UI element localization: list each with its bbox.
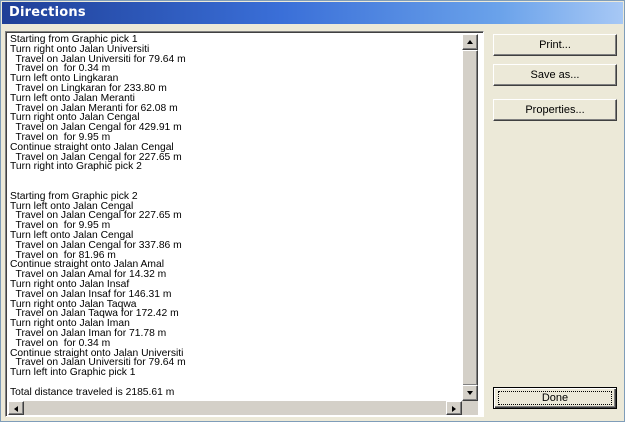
done-button[interactable]: Done xyxy=(493,387,617,409)
direction-line: Turn left into Graphic pick 1 xyxy=(10,367,136,379)
direction-line: Total distance traveled is 2185.61 m xyxy=(10,386,175,398)
vertical-scroll-thumb[interactable] xyxy=(462,50,478,386)
horizontal-scrollbar[interactable] xyxy=(8,401,462,415)
scroll-right-button[interactable] xyxy=(446,401,462,415)
arrow-right-icon xyxy=(452,406,456,412)
vertical-scrollbar[interactable] xyxy=(462,34,478,401)
arrow-up-icon xyxy=(467,40,473,44)
arrow-down-icon xyxy=(467,391,473,395)
scroll-down-button[interactable] xyxy=(462,385,478,401)
properties-button[interactable]: Properties... xyxy=(493,99,617,121)
done-button-label: Done xyxy=(541,392,569,404)
directions-text[interactable]: Starting from Graphic pick 1 Turn right o… xyxy=(8,34,464,401)
window-title: Directions xyxy=(9,5,86,20)
directions-window: Directions Starting from Graphic pick 1T… xyxy=(0,0,625,422)
scroll-up-button[interactable] xyxy=(462,34,478,50)
scroll-left-button[interactable] xyxy=(8,401,24,415)
arrow-left-icon xyxy=(14,406,18,412)
direction-line xyxy=(10,172,464,182)
direction-line: Turn right into Graphic pick 2 xyxy=(10,161,142,173)
scrollbar-corner xyxy=(462,401,478,415)
directions-list[interactable]: Starting from Graphic pick 1 Turn right o… xyxy=(5,31,484,417)
save-as-button[interactable]: Save as... xyxy=(493,64,617,86)
title-bar[interactable]: Directions xyxy=(2,2,623,24)
print-button[interactable]: Print... xyxy=(493,34,617,56)
